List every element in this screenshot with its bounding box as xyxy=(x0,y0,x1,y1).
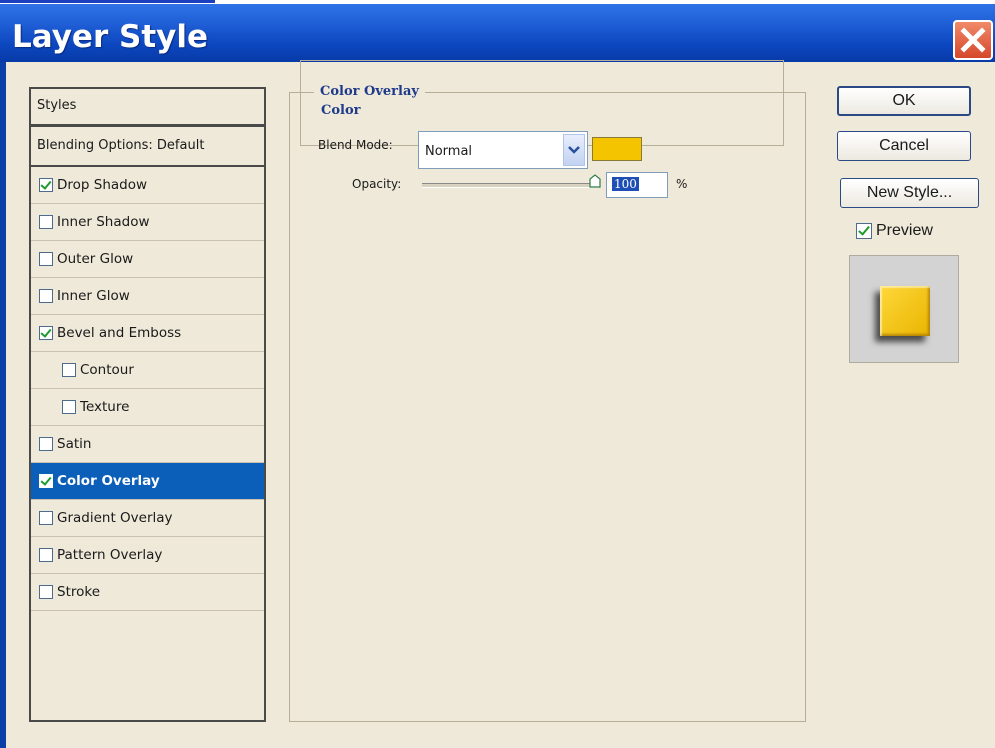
style-checkbox[interactable] xyxy=(39,585,53,599)
style-item-label: Bevel and Emboss xyxy=(57,325,182,341)
opacity-slider-track[interactable] xyxy=(422,183,598,188)
blend-mode-select[interactable]: Normal xyxy=(418,131,588,169)
style-item-contour[interactable]: Contour xyxy=(31,352,264,389)
layer-style-dialog: Layer Style Styles Blending Options: Def… xyxy=(0,0,995,748)
style-item-stroke[interactable]: Stroke xyxy=(31,574,264,611)
style-preview-thumbnail xyxy=(849,255,959,363)
preview-checkbox[interactable] xyxy=(856,223,872,239)
style-item-bevel-and-emboss[interactable]: Bevel and Emboss xyxy=(31,315,264,352)
style-checkbox[interactable] xyxy=(62,400,76,414)
top-link-underline xyxy=(0,0,215,3)
style-checkbox[interactable] xyxy=(39,511,53,525)
style-item-pattern-overlay[interactable]: Pattern Overlay xyxy=(31,537,264,574)
style-checkbox[interactable] xyxy=(39,437,53,451)
style-item-label: Inner Shadow xyxy=(57,214,150,230)
style-item-satin[interactable]: Satin xyxy=(31,426,264,463)
close-icon xyxy=(960,27,986,53)
style-checkbox[interactable] xyxy=(39,474,53,488)
style-item-label: Stroke xyxy=(57,584,101,600)
style-item-texture[interactable]: Texture xyxy=(31,389,264,426)
preview-toggle[interactable]: Preview xyxy=(856,222,933,240)
blend-mode-label: Blend Mode: xyxy=(318,138,393,152)
blending-options-item[interactable]: Blending Options: Default xyxy=(31,127,264,167)
style-item-drop-shadow[interactable]: Drop Shadow xyxy=(31,167,264,204)
style-item-gradient-overlay[interactable]: Gradient Overlay xyxy=(31,500,264,537)
opacity-input[interactable]: 100 xyxy=(606,172,668,198)
style-item-label: Drop Shadow xyxy=(57,177,148,193)
style-item-outer-glow[interactable]: Outer Glow xyxy=(31,241,264,278)
style-checkbox[interactable] xyxy=(39,326,53,340)
style-item-color-overlay[interactable]: Color Overlay xyxy=(31,463,264,500)
new-style-button[interactable]: New Style... xyxy=(840,178,979,208)
style-checkbox[interactable] xyxy=(39,215,53,229)
style-item-label: Contour xyxy=(80,362,134,378)
style-item-label: Color Overlay xyxy=(57,473,160,489)
style-item-label: Texture xyxy=(80,399,130,415)
preview-square xyxy=(880,286,930,336)
style-checkbox[interactable] xyxy=(39,289,53,303)
style-item-label: Gradient Overlay xyxy=(57,510,173,526)
close-button[interactable] xyxy=(953,20,993,60)
style-items-list: Drop Shadow Inner Shadow Outer Glow Inner G… xyxy=(31,167,264,611)
style-item-inner-glow[interactable]: Inner Glow xyxy=(31,278,264,315)
window-title: Layer Style xyxy=(12,19,209,55)
style-checkbox[interactable] xyxy=(39,252,53,266)
style-item-label: Outer Glow xyxy=(57,251,134,267)
opacity-slider-thumb[interactable] xyxy=(589,173,601,188)
style-checkbox[interactable] xyxy=(39,548,53,562)
color-group-title: Color xyxy=(316,103,366,118)
title-bar[interactable]: Layer Style xyxy=(0,4,995,62)
style-item-label: Satin xyxy=(57,436,92,452)
style-item-label: Inner Glow xyxy=(57,288,130,304)
opacity-unit: % xyxy=(676,177,688,191)
chevron-down-icon[interactable] xyxy=(563,134,585,166)
styles-header[interactable]: Styles xyxy=(31,89,264,127)
style-checkbox[interactable] xyxy=(62,363,76,377)
style-item-label: Pattern Overlay xyxy=(57,547,163,563)
preview-label: Preview xyxy=(876,222,933,239)
style-checkbox[interactable] xyxy=(39,178,53,192)
opacity-label: Opacity: xyxy=(352,177,402,191)
styles-list: Styles Blending Options: Default Drop Sh… xyxy=(29,87,266,722)
ok-button[interactable]: OK xyxy=(837,86,971,116)
opacity-value: 100 xyxy=(612,177,639,191)
overlay-color-swatch[interactable] xyxy=(592,137,642,161)
cancel-button[interactable]: Cancel xyxy=(837,131,971,161)
style-item-inner-shadow[interactable]: Inner Shadow xyxy=(31,204,264,241)
blend-mode-value: Normal xyxy=(425,144,473,159)
